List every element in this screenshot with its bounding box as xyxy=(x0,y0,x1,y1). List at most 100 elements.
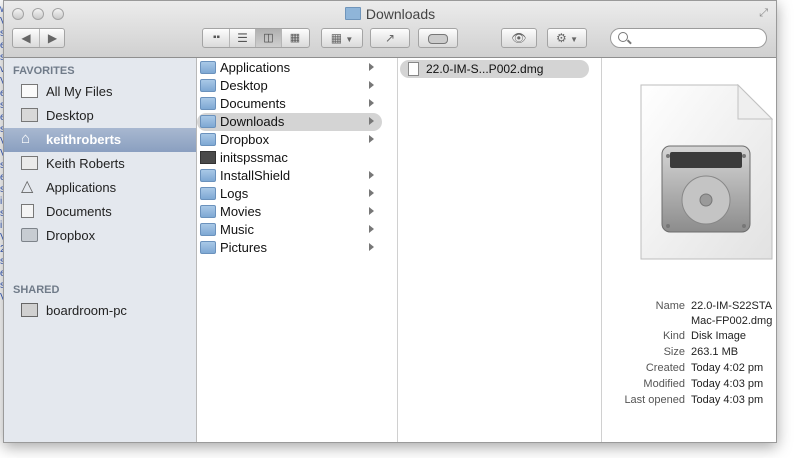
folder-icon xyxy=(344,7,361,20)
list-item-dropbox[interactable]: Dropbox xyxy=(197,131,382,149)
list-item-initspssmac[interactable]: initspssmac xyxy=(197,149,382,167)
info-value: Disk Image xyxy=(691,330,747,342)
action-button[interactable]: ⚙ ▼ xyxy=(547,28,587,48)
back-forward-buttons: ◀ ▶ xyxy=(12,28,65,48)
list-item-dmg-file[interactable]: 22.0-IM-S...P002.dmg xyxy=(400,60,589,78)
info-label: Last opened xyxy=(624,394,685,406)
sidebar-item-all-my-files[interactable]: All My Files xyxy=(4,80,196,104)
coverflow-view-button[interactable]: ▦ xyxy=(282,29,308,47)
info-label: Size xyxy=(663,346,685,358)
list-item-documents[interactable]: Documents xyxy=(197,95,382,113)
list-item-desktop[interactable]: Desktop xyxy=(197,77,382,95)
arrange-button[interactable]: ▦ ▼ xyxy=(321,28,363,48)
tag-icon xyxy=(428,33,448,44)
folder-icon xyxy=(200,79,216,92)
list-item-label: Music xyxy=(220,222,254,237)
info-last-opened-row: Last opened Today 4:03 pm xyxy=(602,394,776,409)
back-button[interactable]: ◀ xyxy=(13,29,40,47)
list-item-label: initspssmac xyxy=(220,150,288,165)
disk-image-icon xyxy=(640,84,773,260)
disclosure-arrow-icon xyxy=(369,81,374,89)
documents-icon xyxy=(21,204,34,218)
list-view-button[interactable]: ☰ xyxy=(230,29,256,47)
downloads-column: 22.0-IM-S...P002.dmg xyxy=(398,58,602,442)
pc-icon xyxy=(21,303,38,317)
info-value: Today 4:02 pm xyxy=(691,362,764,374)
list-item-downloads[interactable]: Downloads xyxy=(197,113,382,131)
sidebar-item-label: Dropbox xyxy=(46,228,96,243)
icon-view-button[interactable]: ▪▪ xyxy=(204,29,230,47)
sidebar-item-documents[interactable]: Documents xyxy=(4,200,196,224)
quick-look-button[interactable]: 👁 xyxy=(501,28,537,48)
sidebar-item-keithroberts[interactable]: ⌂ keithroberts xyxy=(4,128,196,152)
finder-window: Downloads ⤢ ◀ ▶ ▪▪ ☰ ◫ ▦ ▦ ▼ ↗ 👁 ⚙ ▼ FAVORI… xyxy=(3,0,777,443)
eye-icon: 👁 xyxy=(511,31,527,45)
edit-tags-button[interactable] xyxy=(418,28,458,48)
info-label: Modified xyxy=(643,378,685,390)
info-value: Today 4:03 pm xyxy=(691,394,764,406)
home-folder-column: Applications Desktop Documents Downloads… xyxy=(197,58,398,442)
disclosure-arrow-icon xyxy=(369,99,374,107)
folder-icon xyxy=(200,97,216,110)
fullscreen-icon[interactable]: ⤢ xyxy=(759,7,768,20)
disclosure-arrow-icon xyxy=(369,63,374,71)
file-icon xyxy=(408,62,419,76)
applications-icon: △ xyxy=(21,178,34,195)
chevron-down-icon: ▼ xyxy=(570,35,579,44)
folder-icon xyxy=(200,115,216,128)
list-item-movies[interactable]: Movies xyxy=(197,203,382,221)
info-label: Name xyxy=(655,300,685,312)
search-input[interactable] xyxy=(610,28,767,48)
folder-icon xyxy=(200,61,216,74)
folder-icon xyxy=(21,228,38,242)
sidebar-item-dropbox[interactable]: Dropbox xyxy=(4,224,196,248)
share-button[interactable]: ↗ xyxy=(370,28,410,48)
share-icon: ↗ xyxy=(384,31,396,45)
list-item-label: 22.0-IM-S...P002.dmg xyxy=(426,62,544,76)
list-item-pictures[interactable]: Pictures xyxy=(197,239,382,257)
sidebar-item-label: Applications xyxy=(46,180,117,195)
info-label: Kind xyxy=(662,330,685,342)
list-item-installshield[interactable]: InstallShield xyxy=(197,167,382,185)
list-item-label: Applications xyxy=(220,60,291,75)
disclosure-arrow-icon xyxy=(369,225,374,233)
folder-icon xyxy=(200,241,216,254)
sidebar-item-boardroom-pc[interactable]: boardroom-pc xyxy=(4,299,196,323)
sidebar-item-label: Desktop xyxy=(46,108,94,123)
gear-icon: ⚙ xyxy=(555,31,567,45)
disclosure-arrow-icon xyxy=(369,207,374,215)
info-name-row: Name 22.0-IM-S22STA xyxy=(602,300,776,315)
executable-icon xyxy=(200,151,216,164)
info-created-row: Created Today 4:02 pm xyxy=(602,362,776,377)
favorites-header: FAVORITES xyxy=(13,65,75,77)
home-icon: ⌂ xyxy=(21,130,31,147)
all-files-icon xyxy=(21,84,38,98)
list-item-label: Downloads xyxy=(220,114,285,129)
info-value: 263.1 MB xyxy=(691,346,739,358)
forward-button[interactable]: ▶ xyxy=(40,29,65,47)
disclosure-arrow-icon xyxy=(369,189,374,197)
list-item-label: Movies xyxy=(220,204,262,219)
info-value: 22.0-IM-S22STA xyxy=(691,300,773,312)
folder-icon xyxy=(200,205,216,218)
list-item-label: Logs xyxy=(220,186,249,201)
info-value: Mac-FP002.dmg xyxy=(691,315,773,327)
view-mode-segmented-control: ▪▪ ☰ ◫ ▦ xyxy=(202,28,310,48)
sidebar-item-desktop[interactable]: Desktop xyxy=(4,104,196,128)
arrange-icon: ▦ xyxy=(330,31,343,45)
list-item-label: Dropbox xyxy=(220,132,270,147)
info-modified-row: Modified Today 4:03 pm xyxy=(602,378,776,393)
sidebar: FAVORITES All My Files Desktop ⌂ keithro… xyxy=(4,58,197,442)
sidebar-item-label: boardroom-pc xyxy=(46,303,127,318)
toolbar: Downloads ⤢ ◀ ▶ ▪▪ ☰ ◫ ▦ ▦ ▼ ↗ 👁 ⚙ ▼ xyxy=(4,1,776,58)
column-view-button[interactable]: ◫ xyxy=(256,29,282,47)
list-item-applications[interactable]: Applications xyxy=(197,59,382,77)
user-icon xyxy=(21,156,38,170)
sidebar-item-applications[interactable]: △ Applications xyxy=(4,176,196,200)
info-kind-row: Kind Disk Image xyxy=(602,330,776,345)
sidebar-item-keith-roberts[interactable]: Keith Roberts xyxy=(4,152,196,176)
sidebar-item-label: keithroberts xyxy=(46,132,122,147)
list-item-music[interactable]: Music xyxy=(197,221,382,239)
list-item-logs[interactable]: Logs xyxy=(197,185,382,203)
list-item-label: Documents xyxy=(220,96,286,111)
